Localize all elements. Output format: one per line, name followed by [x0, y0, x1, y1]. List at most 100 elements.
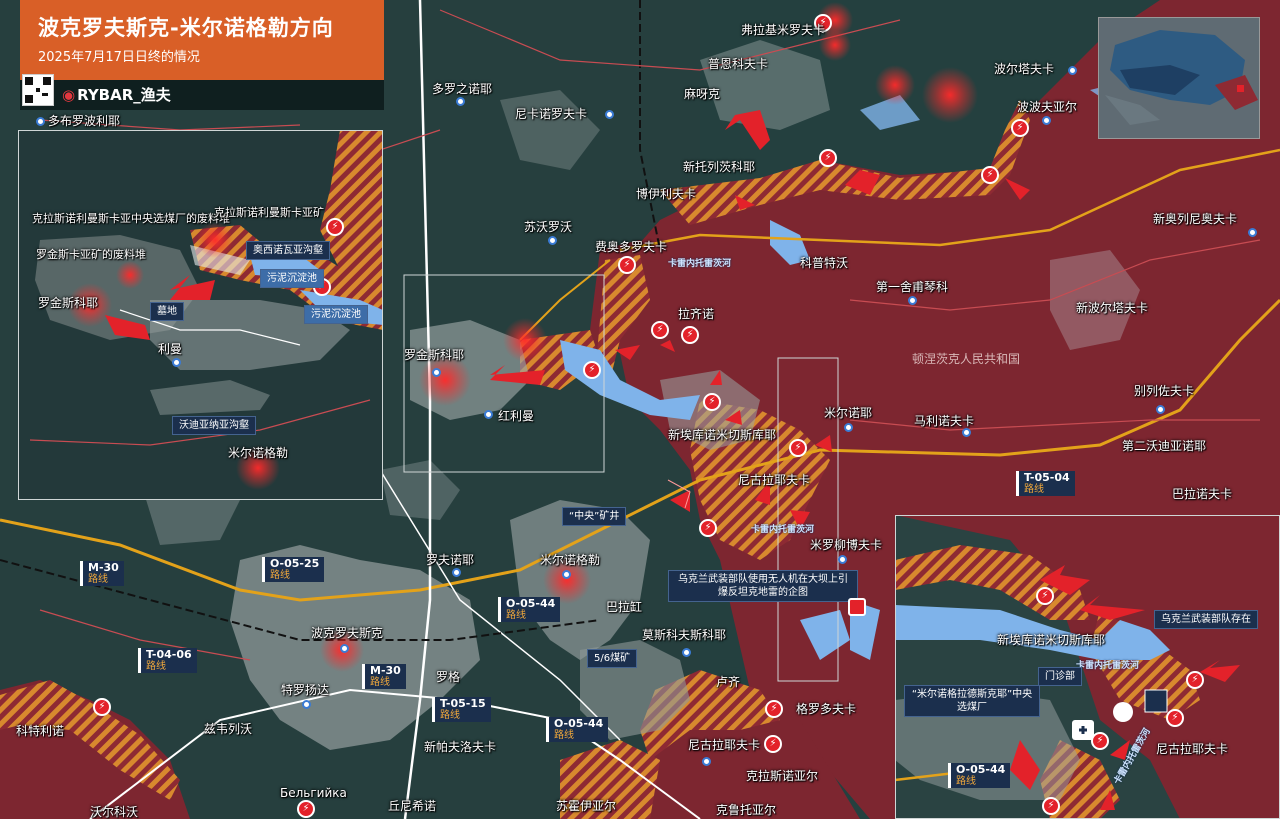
place-label: 马利诺夫卡: [914, 414, 975, 428]
city-pin-icon: [962, 428, 971, 437]
place-label: 苏沃罗沃: [524, 220, 573, 234]
place-label: “米尔诺格拉德斯克耶”中央选煤厂: [904, 685, 1040, 717]
place-label: 新埃库诺米切斯库耶: [668, 428, 777, 442]
place-label: 拉齐诺: [678, 307, 715, 321]
strike-icon: ⚡: [651, 321, 669, 339]
map-title: 波克罗夫斯克-米尔诺格勒方向: [38, 16, 334, 40]
strike-icon: ⚡: [1011, 119, 1029, 137]
place-label: 5/6煤矿: [587, 649, 638, 668]
city-pin-icon: [702, 757, 711, 766]
title-banner: 波克罗夫斯克-米尔诺格勒方向 2025年7月17日日终的情况: [20, 0, 384, 80]
strike-icon: ⚡: [764, 735, 782, 753]
strike-icon: ⚡: [297, 800, 315, 818]
place-label: Бельгийка: [280, 786, 347, 800]
place-label: 克拉斯诺亚尔: [746, 769, 819, 783]
city-pin-icon: [432, 368, 441, 377]
place-label: 墓地: [150, 302, 184, 321]
strike-icon: ⚡: [583, 361, 601, 379]
place-label: 罗金斯科耶: [404, 348, 465, 362]
city-pin-icon: [172, 358, 181, 367]
place-label: 波克罗夫斯克: [311, 626, 384, 640]
place-label: 科普特沃: [800, 256, 849, 270]
place-label: 门诊部: [1038, 667, 1082, 686]
place-label: 麻呀克: [684, 87, 721, 101]
city-pin-icon: [484, 410, 493, 419]
road-label: O-05-25 路线: [262, 557, 325, 582]
place-label: 米尔诺耶: [824, 406, 873, 420]
strike-icon: ⚡: [981, 166, 999, 184]
place-label: 米尔诺格勒: [540, 553, 601, 567]
city-pin-icon: [682, 648, 691, 657]
place-label: 苏霍伊亚尔: [556, 799, 617, 813]
place-label: 红利曼: [498, 409, 535, 423]
road-label: T-05-15 路线: [432, 697, 491, 722]
place-label: 罗金斯科耶: [38, 296, 99, 310]
place-label: 普恩科夫卡: [708, 57, 769, 71]
brand-logo: ◉ RYBAR_渔夫: [62, 84, 171, 105]
event-note: 乌克兰武装部队存在: [1154, 610, 1258, 629]
road-label: O-05-44 路线: [546, 717, 609, 742]
place-label: 新埃库诺米切斯库耶: [997, 633, 1106, 647]
place-label: 卢齐: [716, 675, 741, 689]
place-label: 污泥沉淀池: [260, 269, 324, 288]
place-label: 尼古拉耶夫卡: [688, 738, 761, 752]
brand-name: RYBAR_渔夫: [77, 86, 171, 104]
strike-icon: ⚡: [765, 700, 783, 718]
dam-strike-icon: [848, 598, 866, 616]
place-label: 克拉斯诺利曼斯卡亚中央选煤厂的废料堆: [32, 212, 230, 225]
place-label: 科特利诺: [16, 724, 65, 738]
strike-icon: ⚡: [681, 326, 699, 344]
road-label: M-30 路线: [362, 664, 406, 689]
event-note: 乌克兰武装部队使用无人机在大坝上引爆反坦克地雷的企图: [668, 570, 858, 602]
city-pin-icon: [908, 296, 917, 305]
city-pin-icon: [1156, 405, 1165, 414]
place-label: 多布罗波利耶: [48, 114, 121, 128]
place-label: 尼卡诺罗夫卡: [515, 107, 588, 121]
place-label: 第二沃迪亚诺耶: [1122, 439, 1207, 453]
place-label: 米尔诺格勒: [228, 446, 289, 460]
strike-icon: ⚡: [618, 256, 636, 274]
place-label: 米罗柳博夫卡: [810, 538, 883, 552]
map-canvas[interactable]: ⚡⚡⚡⚡⚡⚡⚡⚡⚡⚡⚡⚡⚡⚡⚡⚡⚡⚡⚡⚡⚡⚡ 波克罗夫斯克-米尔诺格勒方向 20…: [0, 0, 1280, 819]
place-label: 波波夫亚尔: [1017, 100, 1078, 114]
place-label: 新托列茨科耶: [683, 160, 756, 174]
road-label: O-05-44 路线: [948, 763, 1011, 788]
place-label: 利曼: [158, 342, 183, 356]
place-label: 第一舍甫琴科: [876, 280, 949, 294]
place-label: 克鲁托亚尔: [716, 803, 777, 817]
place-label: 费奥多罗夫卡: [595, 240, 668, 254]
place-label: 沃迪亚纳亚沟壑: [172, 416, 256, 435]
place-label: 波尔塔夫卡: [994, 62, 1055, 76]
map-date: 2025年7月17日日终的情况: [38, 50, 200, 65]
weibo-icon: ◉: [62, 86, 76, 104]
road-label: O-05-44 路线: [498, 597, 561, 622]
qr-code: [22, 74, 54, 106]
river-label: 卡雷内托雷茨河: [1076, 661, 1140, 671]
road-label: T-04-06 路线: [138, 648, 197, 673]
place-label: 多罗之诺耶: [432, 82, 493, 96]
strike-icon: ⚡: [93, 698, 111, 716]
place-label: 格罗多夫卡: [796, 702, 857, 716]
place-label: 新帕夫洛夫卡: [424, 740, 497, 754]
city-pin-icon: [562, 570, 571, 579]
place-label: 莫斯科夫斯科耶: [642, 628, 727, 642]
city-pin-icon: [340, 644, 349, 653]
river-label: 卡雷内托雷茨河: [751, 525, 815, 535]
city-pin-icon: [548, 236, 557, 245]
city-pin-icon: [456, 97, 465, 106]
city-pin-icon: [452, 568, 461, 577]
place-label: 别列佐夫卡: [1134, 384, 1195, 398]
place-label: 新波尔塔夫卡: [1076, 301, 1149, 315]
city-pin-icon: [302, 700, 311, 709]
place-label: 弗拉基米罗夫卡: [741, 23, 826, 37]
strike-icon: ⚡: [703, 393, 721, 411]
place-label: 新奥列尼奥夫卡: [1153, 212, 1238, 226]
strike-icon: ⚡: [819, 149, 837, 167]
river-label: 卡雷内托雷茨河: [668, 259, 732, 269]
strike-icon: ⚡: [699, 519, 717, 537]
road-label: T-05-04 路线: [1016, 471, 1075, 496]
place-label: 罗金斯卡亚矿的废料堆: [36, 248, 146, 261]
place-label: 沃尔科沃: [90, 805, 139, 819]
place-label: 罗格: [436, 670, 461, 684]
city-pin-icon: [1068, 66, 1077, 75]
